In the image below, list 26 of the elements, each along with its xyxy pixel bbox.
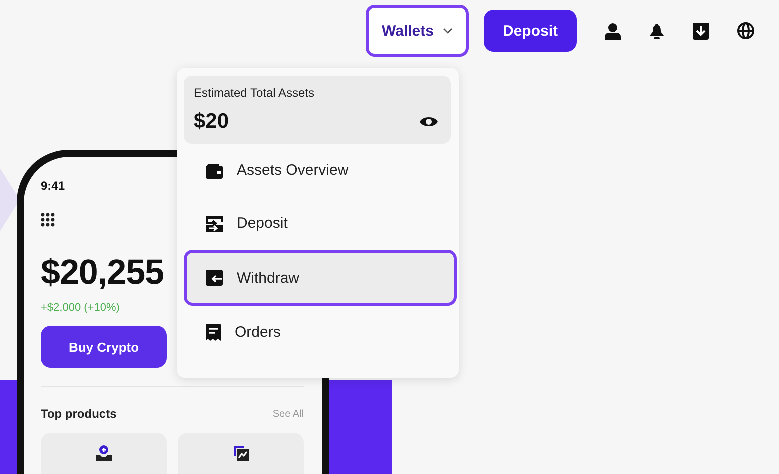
- bell-icon[interactable]: [649, 22, 665, 40]
- status-time: 9:41: [41, 179, 66, 193]
- deposit-icon: [206, 216, 223, 232]
- eye-icon[interactable]: [419, 115, 439, 129]
- user-add-icon: [95, 445, 113, 461]
- user-icon[interactable]: [605, 22, 621, 40]
- menu-item[interactable]: Deposit: [184, 197, 453, 250]
- buy-crypto-button[interactable]: Buy Crypto: [41, 326, 167, 368]
- wallet-icon: [206, 162, 223, 178]
- chevron-down-icon: [442, 28, 453, 34]
- section-title: Top products: [41, 407, 117, 421]
- receipt-icon: [206, 324, 221, 341]
- withdraw-icon: [206, 270, 223, 286]
- wallets-dropdown-button[interactable]: Wallets: [366, 5, 469, 57]
- globe-icon[interactable]: [737, 22, 755, 40]
- total-assets-value: $20: [194, 110, 230, 134]
- menu-item[interactable]: Withdraw: [184, 250, 457, 306]
- grid-icon: [41, 213, 55, 227]
- chart-icon: [233, 445, 249, 461]
- menu-item[interactable]: Orders: [184, 306, 453, 359]
- balance-amount: $20,255: [41, 253, 164, 293]
- balance-change: +$2,000 (+10%): [41, 302, 120, 314]
- download-icon[interactable]: [693, 22, 709, 40]
- menu-item[interactable]: Assets Overview: [184, 144, 453, 197]
- summary-label: Estimated Total Assets: [194, 86, 316, 100]
- deposit-button[interactable]: Deposit: [484, 10, 577, 52]
